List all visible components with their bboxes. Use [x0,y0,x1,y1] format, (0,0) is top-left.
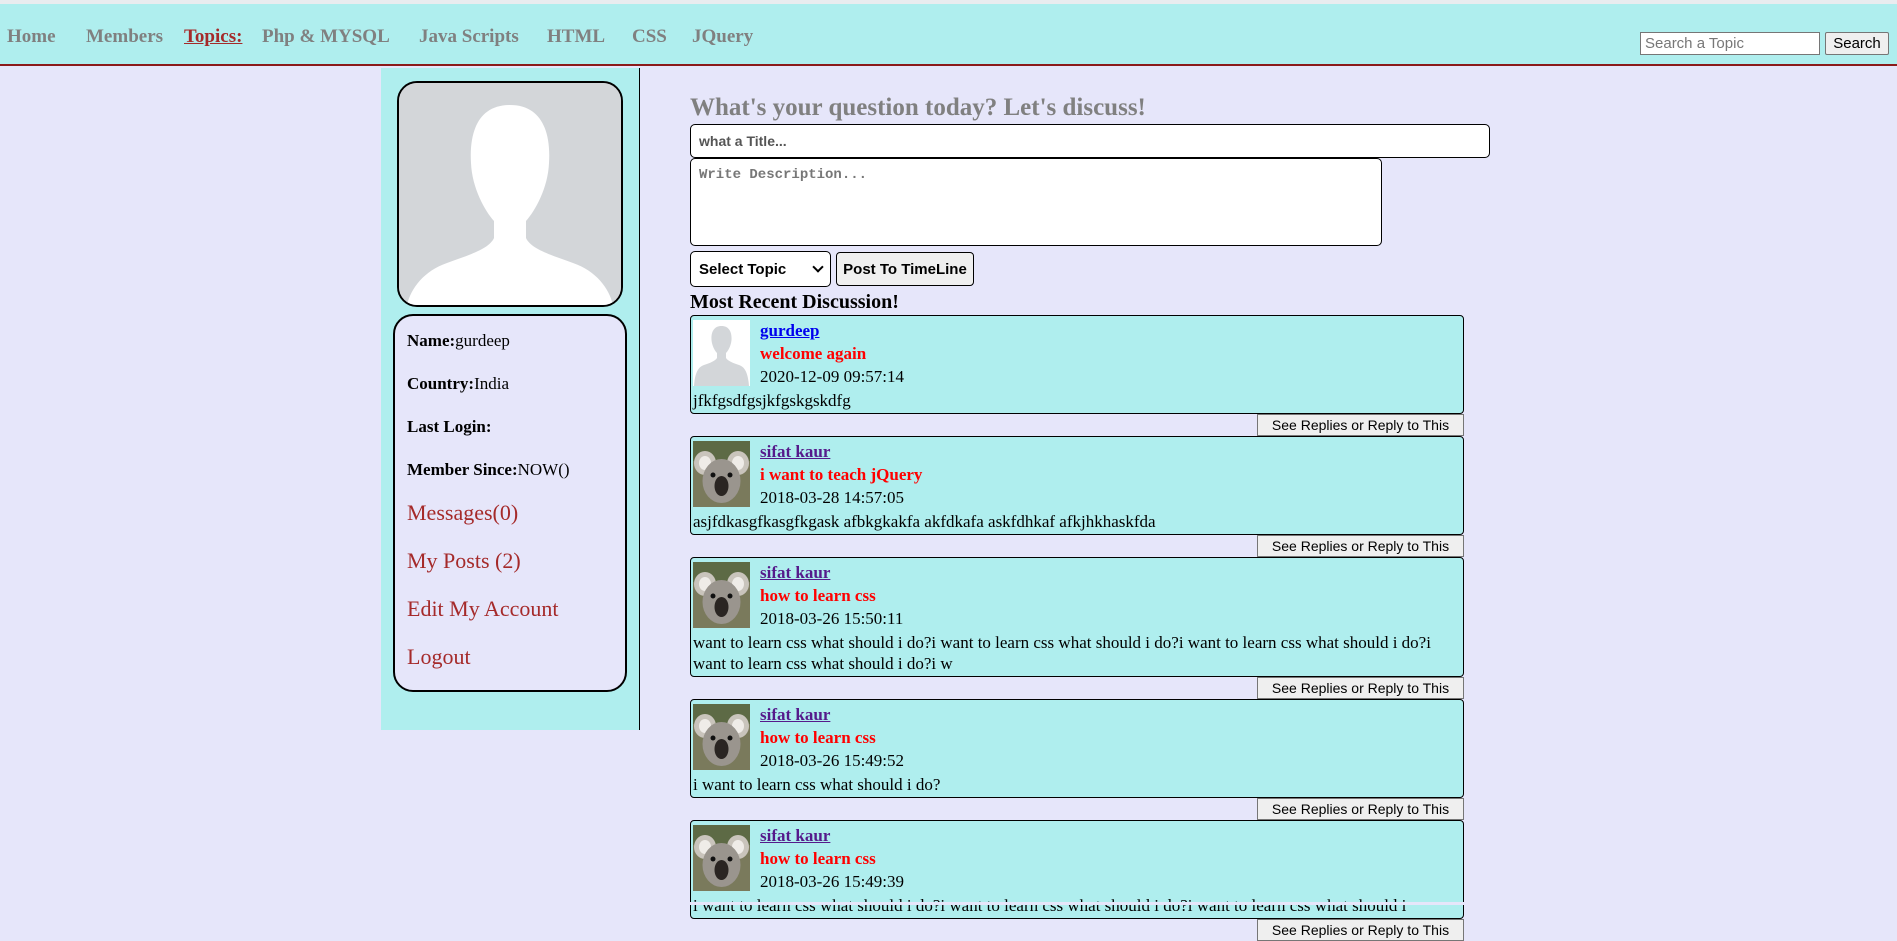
post-avatar [693,320,750,386]
profile-avatar [397,81,623,307]
post-avatar [693,441,750,507]
post-title: i want to teach jQuery [760,465,923,484]
post-author-link[interactable]: gurdeep [760,320,1461,342]
koala-photo [693,562,750,628]
topic-select-value: Select Topic [699,260,787,278]
profile-last-login-label: Last Login: [407,417,492,436]
nav-home[interactable]: Home [7,26,56,48]
post-avatar [693,562,750,628]
my-posts-link[interactable]: My Posts (2) [407,548,521,574]
see-replies-button[interactable]: See Replies or Reply to This [1257,414,1464,436]
default-avatar-icon [693,320,750,386]
composer-heading: What's your question today? Let's discus… [690,94,1146,121]
see-replies-button[interactable]: See Replies or Reply to This [1257,677,1464,699]
post-to-timeline-button[interactable]: Post To TimeLine [836,252,974,286]
profile-name-row: Name:gurdeep [407,331,510,351]
discussion-item: sifat kaur how to learn css 2018-03-26 1… [690,820,1464,941]
chevron-down-icon [812,261,824,273]
koala-photo [693,825,750,891]
discussion-item: sifat kaur how to learn css 2018-03-26 1… [690,557,1464,699]
post-body: want to learn css what should i do?i wan… [693,633,1431,673]
default-avatar-icon [399,83,621,305]
nav-topics[interactable]: Topics: [184,26,242,48]
nav-html[interactable]: HTML [547,26,605,48]
profile-country-label: Country: [407,374,475,393]
discussion-item: gurdeep welcome again 2020-12-09 09:57:1… [690,315,1464,436]
post-title: how to learn css [760,728,876,747]
see-replies-button[interactable]: See Replies or Reply to This [1257,798,1464,820]
edit-account-link[interactable]: Edit My Account [407,596,559,622]
see-replies-button[interactable]: See Replies or Reply to This [1257,535,1464,557]
logout-link[interactable]: Logout [407,644,471,670]
post-avatar [693,704,750,770]
discussion-card: sifat kaur i want to teach jQuery 2018-0… [690,436,1464,535]
post-title: welcome again [760,344,867,363]
profile-member-since-label: Member Since: [407,460,518,479]
post-title: how to learn css [760,586,876,605]
post-title: how to learn css [760,849,876,868]
search-button[interactable]: Search [1825,32,1889,55]
post-date: 2020-12-09 09:57:14 [760,367,905,386]
profile-member-since-row: Member Since:NOW() [407,460,570,480]
discussion-item: sifat kaur how to learn css 2018-03-26 1… [690,699,1464,820]
post-body: asjfdkasgfkasgfkgask afbkgkakfa akfdkafa… [693,512,1156,531]
profile-name-value: gurdeep [455,331,510,350]
post-author-link[interactable]: sifat kaur [760,562,1461,584]
post-date: 2018-03-26 15:49:52 [760,751,905,770]
profile-member-since-value: NOW() [517,460,570,479]
profile-name-label: Name: [407,331,456,350]
post-body: i want to learn css what should i do?i w… [693,896,1407,915]
discussion-card: gurdeep welcome again 2020-12-09 09:57:1… [690,315,1464,414]
topic-select[interactable]: Select Topic [690,251,831,287]
search-input[interactable] [1640,32,1820,55]
nav-jquery[interactable]: JQuery [692,26,753,48]
top-navbar: Home Members Topics: Php & MYSQL Java Sc… [0,4,1897,66]
post-date: 2018-03-26 15:49:39 [760,872,905,891]
post-date: 2018-03-26 15:50:11 [760,609,904,628]
post-author-link[interactable]: sifat kaur [760,441,1461,463]
koala-photo [693,704,750,770]
profile-last-login-row: Last Login: [407,417,492,437]
description-textarea[interactable] [690,158,1382,246]
nav-php-mysql[interactable]: Php & MYSQL [262,26,390,48]
see-replies-button[interactable]: See Replies or Reply to This [1257,919,1464,941]
post-author-link[interactable]: sifat kaur [760,825,1461,847]
profile-info-box: Name:gurdeep Country:India Last Login: M… [393,314,627,692]
recent-discussion-heading: Most Recent Discussion! [690,291,899,313]
discussion-card: sifat kaur how to learn css 2018-03-26 1… [690,699,1464,798]
nav-members[interactable]: Members [86,26,163,48]
title-input[interactable] [690,124,1490,158]
post-author-link[interactable]: sifat kaur [760,704,1461,726]
nav-css[interactable]: CSS [632,26,667,48]
messages-link[interactable]: Messages(0) [407,500,518,526]
post-date: 2018-03-28 14:57:05 [760,488,905,507]
post-body: jfkfgsdfgsjkfgskgskdfg [693,391,851,410]
nav-java-scripts[interactable]: Java Scripts [419,26,519,48]
profile-sidebar: Name:gurdeep Country:India Last Login: M… [381,68,640,730]
post-avatar [693,825,750,891]
post-body: i want to learn css what should i do? [693,775,941,794]
discussion-item: sifat kaur i want to teach jQuery 2018-0… [690,436,1464,557]
discussion-list: gurdeep welcome again 2020-12-09 09:57:1… [690,315,1464,941]
profile-country-row: Country:India [407,374,509,394]
profile-country-value: India [474,374,509,393]
koala-photo [693,441,750,507]
discussion-card: sifat kaur how to learn css 2018-03-26 1… [690,557,1464,677]
